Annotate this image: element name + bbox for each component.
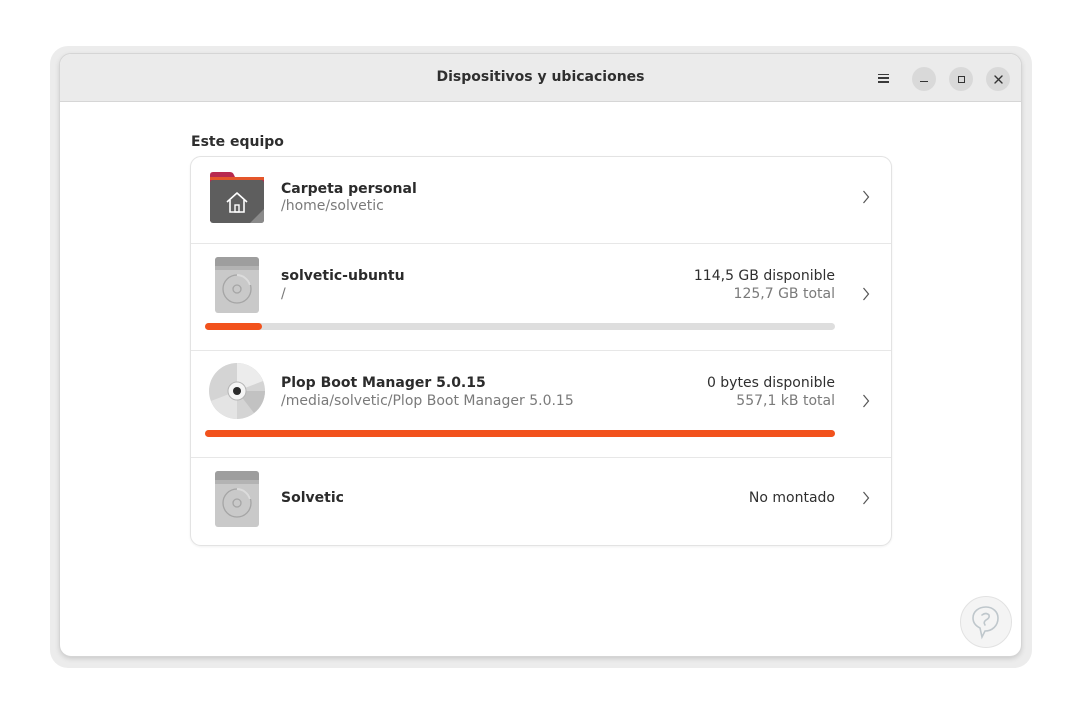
chevron-right-icon [863,491,870,505]
watermark-logo [960,596,1012,648]
maximize-button[interactable] [949,67,973,91]
maximize-icon [957,75,965,83]
chevron-right-icon [863,190,870,204]
location-path: / [281,286,286,302]
minimize-icon [920,80,928,83]
close-icon [993,74,1003,84]
hard-drive-icon [215,471,259,527]
menu-icon [877,73,889,83]
location-name: solvetic-ubuntu [281,268,405,284]
location-row-solvetic[interactable]: Solvetic No montado [191,458,891,545]
available-space: 114,5 GB disponible [693,268,835,284]
location-name: Carpeta personal [281,181,417,197]
available-space: 0 bytes disponible [706,375,835,391]
close-button[interactable] [986,67,1010,91]
usage-bar-fill [205,430,835,437]
usage-bar [205,430,835,437]
usage-bar-fill [205,323,262,330]
total-space: 125,7 GB total [733,286,835,302]
hard-drive-icon [215,257,259,313]
mount-status: No montado [748,490,835,506]
section-label: Este equipo [191,134,284,150]
chevron-right-icon [863,287,870,301]
location-name: Plop Boot Manager 5.0.15 [281,375,486,391]
total-space: 557,1 kB total [736,393,835,409]
optical-disc-icon [209,363,265,419]
location-name: Solvetic [281,490,344,506]
menu-button[interactable] [871,66,895,90]
location-row-root[interactable]: solvetic-ubuntu / 114,5 GB disponible 12… [191,244,891,351]
app-window: Dispositivos y ubicaciones Este equipo C… [60,54,1021,656]
home-folder-icon [210,172,264,223]
location-path: /home/solvetic [281,198,384,214]
location-row-plop[interactable]: Plop Boot Manager 5.0.15 /media/solvetic… [191,351,891,458]
location-path: /media/solvetic/Plop Boot Manager 5.0.15 [281,393,574,409]
minimize-button[interactable] [912,67,936,91]
usage-bar [205,323,835,330]
header-bar: Dispositivos y ubicaciones [60,54,1021,102]
chevron-right-icon [863,394,870,408]
locations-list: Carpeta personal /home/solvetic solvetic… [190,156,892,546]
location-row-home[interactable]: Carpeta personal /home/solvetic [191,157,891,244]
